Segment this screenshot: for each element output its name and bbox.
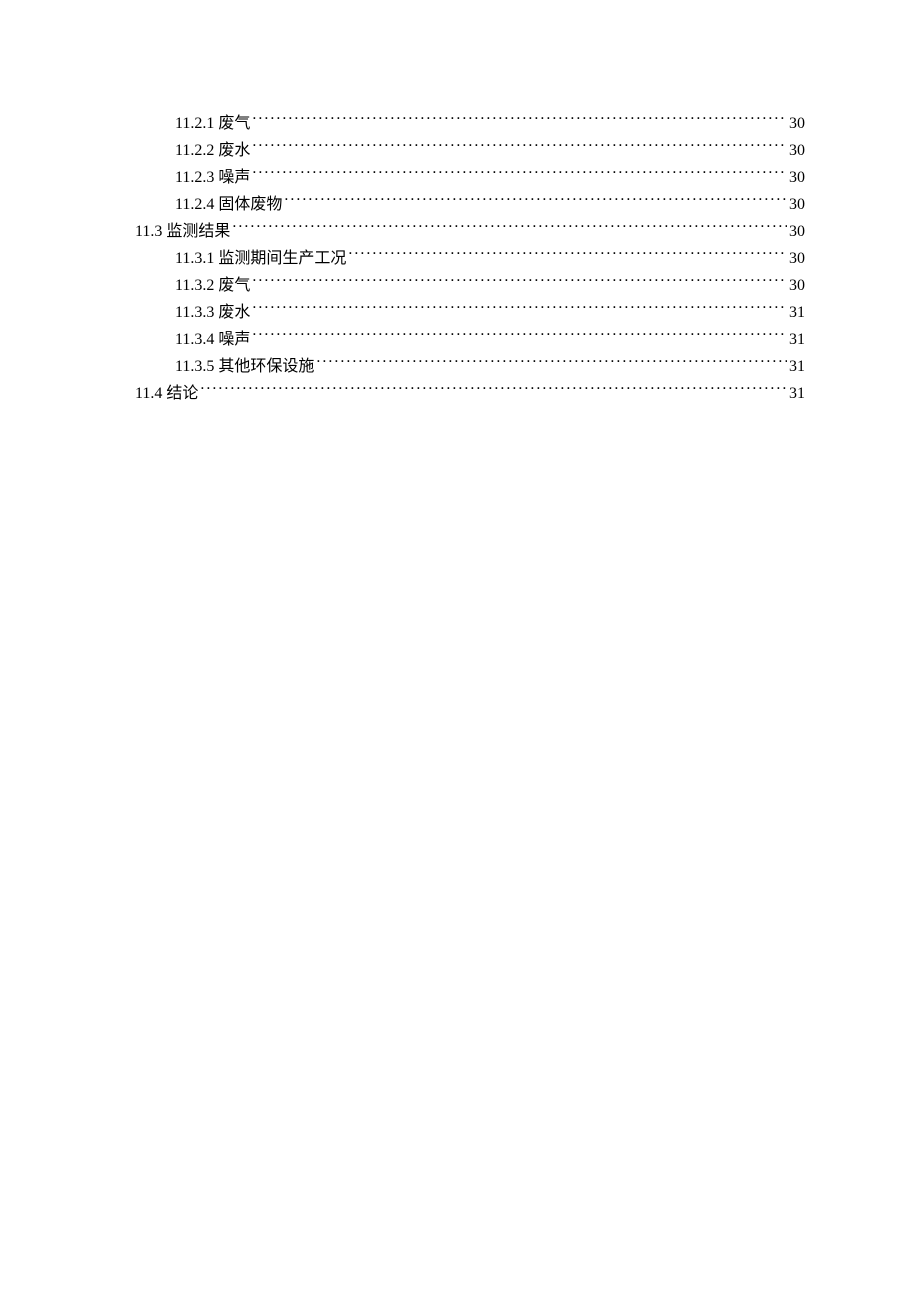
toc-title: 噪声: [218, 331, 250, 348]
toc-page-number: 30: [789, 218, 805, 245]
toc-entry[interactable]: 11.2.2 废水 30: [135, 137, 805, 164]
toc-page-number: 30: [789, 245, 805, 272]
toc-leader-dots: [252, 112, 787, 128]
toc-page-number: 30: [789, 110, 805, 137]
toc-entry[interactable]: 11.3.2 废气 30: [135, 272, 805, 299]
toc-leader-dots: [252, 328, 787, 344]
toc-number: 11.3.3: [175, 304, 214, 321]
toc-number: 11.2.1: [175, 115, 214, 132]
toc-number: 11.3: [135, 223, 162, 240]
toc-page-number: 30: [789, 164, 805, 191]
toc-leader-dots: [200, 382, 787, 398]
toc-label: 11.2.3 噪声: [175, 164, 250, 191]
toc-entry[interactable]: 11.2.1 废气 30: [135, 110, 805, 137]
toc-title: 监测期间生产工况: [218, 250, 346, 267]
toc-label: 11.3.2 废气: [175, 272, 250, 299]
toc-page-number: 31: [789, 353, 805, 380]
toc-label: 11.3.5 其他环保设施: [175, 353, 314, 380]
toc-title: 废气: [218, 115, 250, 132]
toc-title: 固体废物: [218, 196, 282, 213]
toc-entry[interactable]: 11.3 监测结果 30: [135, 218, 805, 245]
toc-label: 11.3.1 监测期间生产工况: [175, 245, 346, 272]
toc-page-number: 30: [789, 137, 805, 164]
toc-number: 11.3.4: [175, 331, 214, 348]
toc-number: 11.2.4: [175, 196, 214, 213]
toc-leader-dots: [252, 301, 787, 317]
toc-leader-dots: [316, 355, 787, 371]
toc-label: 11.2.1 废气: [175, 110, 250, 137]
toc-label: 11.3.3 废水: [175, 299, 250, 326]
table-of-contents: 11.2.1 废气3011.2.2 废水3011.2.3 噪声3011.2.4 …: [135, 110, 805, 407]
toc-number: 11.3.5: [175, 358, 214, 375]
toc-title: 监测结果: [166, 223, 230, 240]
toc-number: 11.2.3: [175, 169, 214, 186]
toc-page-number: 30: [789, 272, 805, 299]
toc-leader-dots: [252, 166, 787, 182]
toc-title: 其他环保设施: [218, 358, 314, 375]
toc-title: 废气: [218, 277, 250, 294]
toc-entry[interactable]: 11.3.5 其他环保设施 31: [135, 353, 805, 380]
toc-entry[interactable]: 11.3.4 噪声 31: [135, 326, 805, 353]
toc-page-number: 31: [789, 326, 805, 353]
toc-page-number: 31: [789, 380, 805, 407]
toc-entry[interactable]: 11.2.4 固体废物 30: [135, 191, 805, 218]
toc-leader-dots: [252, 274, 787, 290]
toc-label: 11.3.4 噪声: [175, 326, 250, 353]
toc-entry[interactable]: 11.3.3 废水 31: [135, 299, 805, 326]
toc-title: 废水: [218, 142, 250, 159]
toc-number: 11.2.2: [175, 142, 214, 159]
toc-page-number: 31: [789, 299, 805, 326]
toc-leader-dots: [252, 139, 787, 155]
toc-label: 11.3 监测结果: [135, 218, 230, 245]
toc-leader-dots: [232, 220, 787, 236]
toc-label: 11.2.2 废水: [175, 137, 250, 164]
toc-number: 11.3.2: [175, 277, 214, 294]
toc-leader-dots: [348, 247, 787, 263]
toc-leader-dots: [284, 193, 787, 209]
toc-entry[interactable]: 11.4 结论 31: [135, 380, 805, 407]
toc-entry[interactable]: 11.2.3 噪声 30: [135, 164, 805, 191]
toc-label: 11.4 结论: [135, 380, 198, 407]
toc-title: 噪声: [218, 169, 250, 186]
toc-page-number: 30: [789, 191, 805, 218]
toc-number: 11.3.1: [175, 250, 214, 267]
toc-title: 结论: [166, 385, 198, 402]
toc-label: 11.2.4 固体废物: [175, 191, 282, 218]
toc-title: 废水: [218, 304, 250, 321]
toc-entry[interactable]: 11.3.1 监测期间生产工况 30: [135, 245, 805, 272]
toc-number: 11.4: [135, 385, 162, 402]
